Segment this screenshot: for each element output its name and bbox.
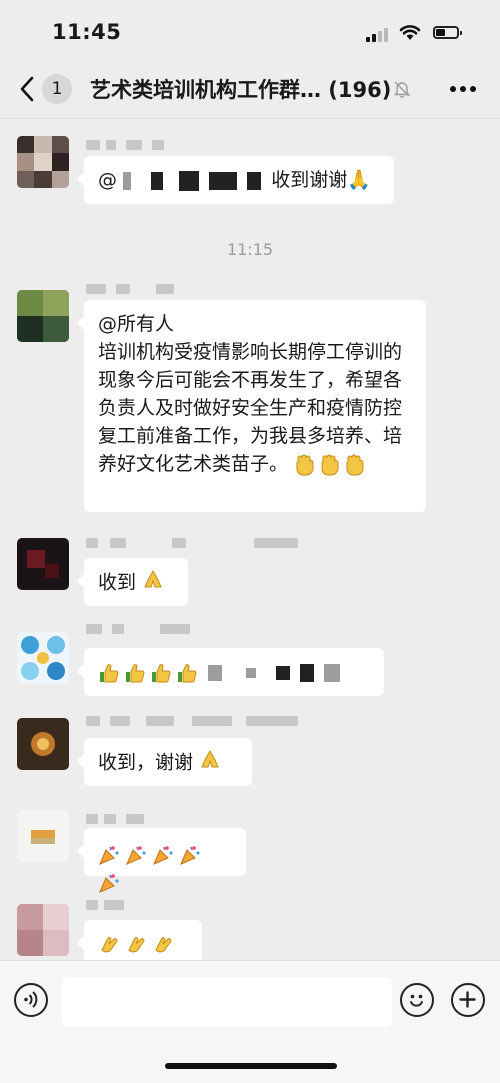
party-popper-emoji-icon [98,872,120,894]
party-popper-emoji-icon [125,844,147,866]
message-bubble[interactable] [77,920,202,964]
avatar[interactable] [17,718,69,770]
message-bubble[interactable]: @所有人 培训机构受疫情影响长期停工停训的现象今后可能会不再发生了，希望各负责人… [77,300,426,512]
party-popper-emoji-icon [98,844,120,866]
wifi-icon [399,25,421,40]
avatar[interactable] [17,538,69,590]
raised-fist-emoji-icon [344,453,366,477]
avatar[interactable] [17,290,69,342]
mention-text: @ [98,169,117,191]
signal-icon [366,26,390,42]
thumbs-up-emoji-icon [176,662,198,684]
back-arrow-icon[interactable] [12,72,42,106]
clapping-hands-emoji-icon [98,934,122,956]
clapping-hands-emoji-icon [125,934,149,956]
home-indicator [165,1063,337,1069]
message-bubble[interactable] [77,828,246,893]
input-bar [0,960,500,1083]
battery-icon [433,26,462,39]
more-actions-plus-icon[interactable] [451,983,485,1017]
avatar[interactable] [17,810,69,862]
unread-badge[interactable]: 1 [42,74,72,104]
folded-hands-emoji-icon [199,748,221,778]
message-text: 收到 [98,571,137,594]
avatar[interactable] [17,136,69,188]
party-popper-emoji-icon [179,844,201,866]
mention-all: @所有人 [98,313,175,335]
thumbs-up-emoji-icon [124,662,146,684]
mute-bell-icon [393,81,411,98]
message-bubble[interactable] [77,648,384,696]
chat-title: 艺术类培训机构工作群… (196) [90,78,392,102]
status-bar: 11:45 [0,0,500,60]
avatar[interactable] [17,632,69,684]
thumbs-up-emoji-icon [150,662,172,684]
message-bubble[interactable]: @ 收到谢谢🙏 [77,156,394,204]
raised-fist-emoji-icon [294,453,316,477]
thumbs-up-emoji-icon [98,662,120,684]
time-divider: 11:15 [226,240,274,259]
clapping-hands-emoji-icon [152,934,176,956]
message-text: 收到，谢谢 [98,751,194,774]
message-bubble[interactable]: 收到，谢谢 [77,738,252,786]
raised-fist-emoji-icon [319,453,341,477]
emoji-picker-icon[interactable] [400,983,434,1017]
status-time: 11:45 [52,20,122,44]
message-input[interactable] [62,977,392,1027]
more-options-icon[interactable] [448,86,478,94]
folded-hands-emoji-icon [142,568,164,598]
party-popper-emoji-icon [152,844,174,866]
message-text: 收到谢谢🙏 [271,169,371,191]
message-bubble[interactable]: 收到 [77,558,188,606]
voice-input-icon[interactable] [14,983,48,1017]
avatar[interactable] [17,904,69,956]
